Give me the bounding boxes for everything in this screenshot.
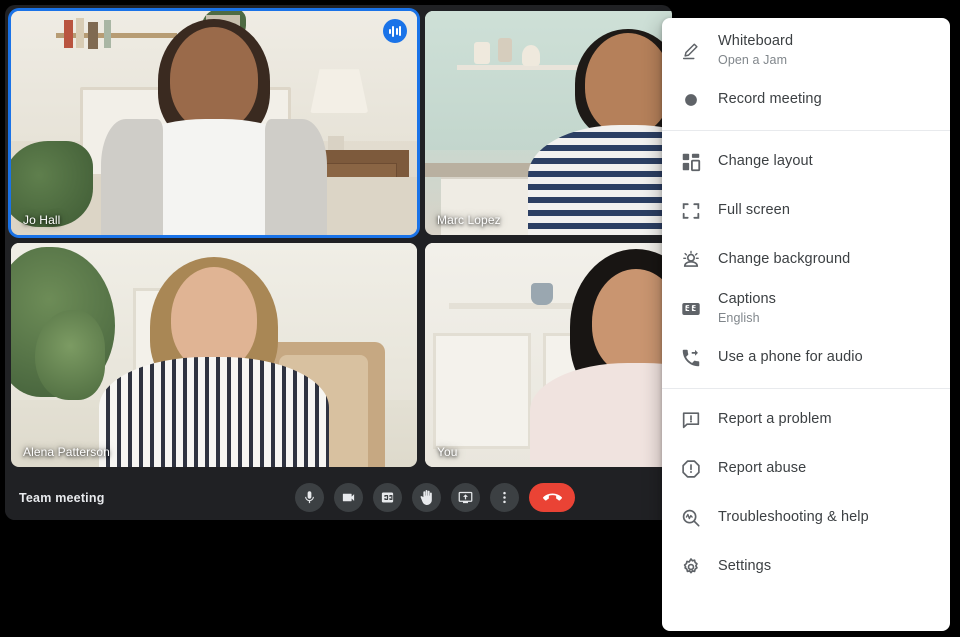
menu-item-text: Settings — [718, 557, 771, 576]
report-abuse-icon — [680, 458, 718, 480]
report-problem-icon — [680, 409, 718, 431]
menu-item-label: Settings — [718, 558, 772, 574]
menu-item-text: Change background — [718, 250, 850, 269]
more-options-menu: Whiteboard Open a Jam Record meeting Cha… — [662, 18, 950, 631]
menu-item-change-layout[interactable]: Change layout — [662, 137, 950, 186]
menu-group-view-options: Change layout Full screen Change backgro… — [662, 137, 950, 382]
more-vertical-icon — [497, 490, 512, 505]
captions-button[interactable] — [373, 483, 402, 512]
present-screen-icon — [458, 490, 473, 505]
camera-button[interactable] — [334, 483, 363, 512]
menu-item-use-phone-for-audio[interactable]: Use a phone for audio — [662, 333, 950, 382]
menu-item-text: Full screen — [718, 201, 790, 220]
menu-item-text: Whiteboard Open a Jam — [718, 32, 793, 69]
menu-item-label: Whiteboard — [718, 33, 794, 49]
menu-divider — [662, 388, 950, 389]
screenshot-stage: Jo Hall Marc Lopez Alena Patterson You T… — [0, 0, 960, 637]
menu-item-change-background[interactable]: Change background — [662, 235, 950, 284]
menu-item-text: Report abuse — [718, 459, 806, 478]
menu-item-label: Report abuse — [718, 460, 807, 476]
video-feed — [425, 11, 672, 235]
menu-item-text: Use a phone for audio — [718, 348, 863, 367]
menu-item-label: Report a problem — [718, 411, 832, 427]
menu-item-settings[interactable]: Settings — [662, 542, 950, 591]
menu-item-sublabel: Open a Jam — [718, 53, 788, 67]
present-now-button[interactable] — [451, 483, 480, 512]
video-feed — [11, 11, 417, 235]
participant-name: Jo Hall — [23, 213, 61, 227]
video-feed — [11, 243, 417, 467]
meeting-bottom-bar: Team meeting — [5, 475, 672, 520]
menu-item-sublabel: English — [718, 311, 760, 325]
whiteboard-pen-icon — [680, 40, 718, 62]
more-options-button[interactable] — [490, 483, 519, 512]
raise-hand-button[interactable] — [412, 483, 441, 512]
gear-icon — [680, 556, 718, 578]
menu-item-label: Full screen — [718, 202, 791, 218]
menu-item-captions[interactable]: Captions English — [662, 284, 950, 333]
menu-item-text: Report a problem — [718, 410, 832, 429]
menu-item-text: Troubleshooting & help — [718, 508, 869, 527]
menu-group-support: Report a problem Report abuse Troublesho… — [662, 395, 950, 591]
video-tile-grid: Jo Hall Marc Lopez Alena Patterson You — [5, 5, 672, 475]
menu-item-label: Change background — [718, 251, 851, 267]
phone-hangup-icon — [542, 488, 562, 507]
meeting-title: Team meeting — [19, 490, 105, 505]
menu-item-label: Troubleshooting & help — [718, 509, 869, 525]
menu-item-text: Record meeting — [718, 90, 822, 109]
menu-item-troubleshooting-help[interactable]: Troubleshooting & help — [662, 493, 950, 542]
video-feed — [425, 243, 672, 467]
video-camera-icon — [341, 490, 356, 505]
participant-name: Marc Lopez — [437, 213, 501, 227]
raised-hand-icon — [419, 490, 434, 505]
change-background-icon — [680, 249, 718, 271]
microphone-icon — [302, 490, 317, 505]
leave-call-button[interactable] — [529, 483, 575, 512]
menu-item-full-screen[interactable]: Full screen — [662, 186, 950, 235]
menu-item-label: Record meeting — [718, 91, 822, 107]
menu-item-report-abuse[interactable]: Report abuse — [662, 444, 950, 493]
record-dot-icon — [680, 89, 718, 111]
phone-forwarded-icon — [680, 347, 718, 369]
troubleshooting-icon — [680, 507, 718, 529]
menu-item-text: Change layout — [718, 152, 813, 171]
layout-grid-icon — [680, 151, 718, 173]
menu-item-label: Change layout — [718, 153, 813, 169]
video-tile-you[interactable]: You — [425, 243, 672, 467]
menu-item-label: Captions — [718, 291, 777, 307]
menu-item-report-a-problem[interactable]: Report a problem — [662, 395, 950, 444]
closed-caption-icon — [680, 298, 718, 320]
speaking-indicator-icon — [383, 19, 407, 43]
video-tile-jo-hall[interactable]: Jo Hall — [11, 11, 417, 235]
meeting-controls — [295, 483, 575, 512]
closed-caption-icon — [380, 490, 395, 505]
meet-window: Jo Hall Marc Lopez Alena Patterson You T… — [5, 5, 672, 520]
microphone-button[interactable] — [295, 483, 324, 512]
participant-name: You — [437, 445, 458, 459]
menu-group-creation-tools: Whiteboard Open a Jam Record meeting — [662, 26, 950, 124]
menu-item-text: Captions English — [718, 290, 776, 327]
video-tile-alena-patterson[interactable]: Alena Patterson — [11, 243, 417, 467]
menu-item-label: Use a phone for audio — [718, 349, 863, 365]
fullscreen-icon — [680, 200, 718, 222]
menu-divider — [662, 130, 950, 131]
menu-item-whiteboard[interactable]: Whiteboard Open a Jam — [662, 26, 950, 75]
participant-name: Alena Patterson — [23, 445, 110, 459]
menu-item-record-meeting[interactable]: Record meeting — [662, 75, 950, 124]
video-tile-marc-lopez[interactable]: Marc Lopez — [425, 11, 672, 235]
